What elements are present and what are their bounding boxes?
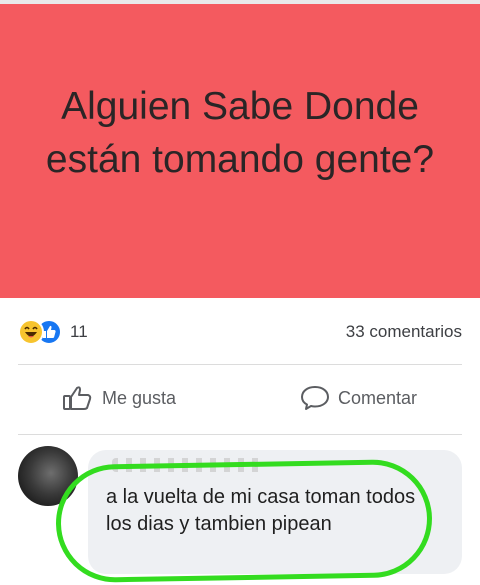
comment-button[interactable]: Comentar [300, 384, 417, 412]
comment-count-link[interactable]: 33 comentarios [346, 322, 462, 342]
post-text: Alguien Sabe Donde están tomando gente? [45, 85, 435, 181]
reaction-count: 11 [70, 322, 88, 341]
thumbs-up-icon [63, 386, 92, 410]
haha-icon [18, 319, 44, 345]
highlight-circle [54, 458, 434, 584]
comment: a la vuelta de mi casa toman todos los d… [0, 446, 480, 585]
like-button-label: Me gusta [102, 387, 177, 408]
post-actions-bar: Me gusta Comentar [0, 372, 480, 424]
speech-bubble-icon [301, 386, 329, 410]
like-button[interactable]: Me gusta [62, 384, 176, 412]
post-background-card[interactable]: Alguien Sabe Donde están tomando gente? [0, 4, 480, 298]
actions-divider [18, 434, 462, 435]
stats-divider [18, 364, 462, 365]
post-stats-bar: 11 33 comentarios [0, 312, 480, 352]
comment-button-label: Comentar [338, 387, 418, 408]
reactions-summary[interactable]: 11 [18, 318, 88, 346]
